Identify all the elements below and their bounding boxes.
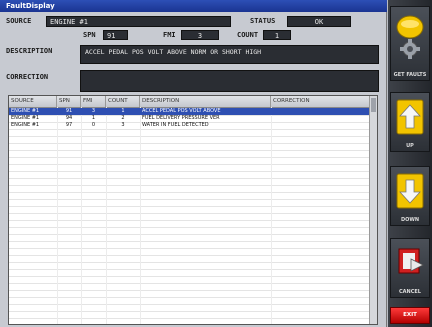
- arrow-up-icon: [396, 99, 424, 135]
- table-header: SOURCE SPN FMI COUNT DESCRIPTION CORRECT…: [9, 96, 371, 108]
- cell-count: 1: [121, 108, 125, 114]
- table-column-divider: [106, 107, 107, 324]
- column-header-spn[interactable]: SPN: [57, 96, 81, 107]
- cell-correction: [271, 122, 371, 129]
- get-faults-label: GET FAULTS: [393, 72, 427, 78]
- column-header-count[interactable]: COUNT: [106, 96, 140, 107]
- table-gridline: [9, 255, 371, 256]
- column-header-correction[interactable]: CORRECTION: [271, 96, 371, 107]
- cell-fmi: 1: [91, 115, 96, 121]
- table-gridline: [9, 206, 371, 207]
- table-gridline: [9, 234, 371, 235]
- table-gridline: [9, 143, 371, 144]
- table-scrollbar[interactable]: [369, 96, 377, 324]
- cell-count: 2: [121, 115, 125, 121]
- cell-source: ENGINE #1: [11, 108, 40, 114]
- cell-fmi: 3: [91, 108, 96, 114]
- table-gridline: [9, 199, 371, 200]
- cell-spn: 97: [65, 122, 73, 128]
- right-toolbar: GET FAULTS UP DOWN CANCEL EXIT: [388, 0, 432, 327]
- table-gridline: [9, 171, 371, 172]
- count-field: 1: [263, 30, 291, 40]
- gear-icon: [396, 15, 424, 59]
- table-gridline: [9, 157, 371, 158]
- arrow-down-icon: [396, 173, 424, 209]
- description-field: ACCEL PEDAL POS VOLT ABOVE NORM OR SHORT…: [80, 45, 379, 64]
- table-gridline: [9, 213, 371, 214]
- table-row[interactable]: ENGINE #1 97 0 3 WATER IN FUEL DETECTED: [9, 122, 371, 129]
- table-gridline: [9, 136, 371, 137]
- table-gridline: [9, 248, 371, 249]
- table-gridline: [9, 178, 371, 179]
- table-gridline: [9, 129, 371, 130]
- table-gridline: [9, 297, 371, 298]
- down-label: DOWN: [400, 217, 420, 223]
- column-header-source[interactable]: SOURCE: [9, 96, 57, 107]
- table-column-divider: [140, 107, 141, 324]
- table-row[interactable]: ENGINE #1 91 3 1 ACCEL PEDAL POS VOLT AB…: [9, 108, 371, 115]
- description-label: DESCRIPTION: [6, 47, 53, 55]
- table-row[interactable]: ENGINE #1 94 1 2 FUEL DELIVERY PRESSURE …: [9, 115, 371, 122]
- fault-display-window: FaultDisplay SOURCE ENGINE #1 STATUS OK …: [0, 0, 432, 327]
- table-gridline: [9, 241, 371, 242]
- cell-correction: [271, 108, 371, 115]
- source-field[interactable]: ENGINE #1: [46, 16, 231, 27]
- table-gridline: [9, 185, 371, 186]
- cell-fmi: 0: [91, 122, 96, 128]
- cell-description: ACCEL PEDAL POS VOLT ABOVE: [142, 108, 221, 114]
- table-gridline: [9, 269, 371, 270]
- spn-label: SPN: [83, 31, 96, 39]
- fmi-label: FMI: [163, 31, 176, 39]
- table-gridline: [9, 290, 371, 291]
- down-button[interactable]: DOWN: [390, 166, 430, 226]
- spn-field: 91: [103, 30, 128, 40]
- cell-description: FUEL DELIVERY PRESSURE VER: [142, 115, 220, 121]
- up-button[interactable]: UP: [390, 92, 430, 152]
- table-gridline: [9, 150, 371, 151]
- count-label: COUNT: [237, 31, 259, 39]
- cancel-button[interactable]: CANCEL: [390, 238, 430, 298]
- table-gridline: [9, 227, 371, 228]
- table-gridline: [9, 192, 371, 193]
- fault-table: SOURCE SPN FMI COUNT DESCRIPTION CORRECT…: [8, 95, 378, 325]
- table-column-divider: [271, 107, 272, 324]
- cancel-label: CANCEL: [399, 289, 421, 295]
- exit-button[interactable]: EXIT: [390, 307, 430, 324]
- cell-count: 3: [121, 122, 125, 128]
- column-header-fmi[interactable]: FMI: [81, 96, 106, 107]
- get-faults-button[interactable]: GET FAULTS: [390, 6, 430, 81]
- source-label: SOURCE: [6, 17, 32, 25]
- table-gridline: [9, 276, 371, 277]
- table-gridline: [9, 164, 371, 165]
- window-title: FaultDisplay: [0, 0, 387, 12]
- status-label: STATUS: [250, 17, 276, 25]
- cell-spn: 94: [65, 115, 73, 121]
- cell-description: WATER IN FUEL DETECTED: [142, 122, 209, 128]
- status-field: OK: [287, 16, 351, 27]
- table-column-divider: [81, 107, 82, 324]
- table-gridline: [9, 262, 371, 263]
- column-header-description[interactable]: DESCRIPTION: [140, 96, 271, 107]
- cell-source: ENGINE #1: [11, 115, 40, 121]
- correction-label: CORRECTION: [6, 73, 49, 81]
- correction-field: [80, 70, 379, 92]
- table-gridline: [9, 220, 371, 221]
- table-gridline: [9, 304, 371, 305]
- cell-spn: 91: [65, 108, 73, 114]
- up-label: UP: [406, 143, 414, 149]
- main-panel: FaultDisplay SOURCE ENGINE #1 STATUS OK …: [0, 0, 387, 327]
- cell-correction: [271, 115, 371, 122]
- table-gridline: [9, 318, 371, 319]
- table-gridline: [9, 311, 371, 312]
- cell-source: ENGINE #1: [11, 122, 40, 128]
- cancel-icon: [398, 248, 424, 274]
- table-column-divider: [57, 107, 58, 324]
- table-gridline: [9, 283, 371, 284]
- scrollbar-thumb[interactable]: [371, 98, 376, 112]
- fmi-field: 3: [181, 30, 219, 40]
